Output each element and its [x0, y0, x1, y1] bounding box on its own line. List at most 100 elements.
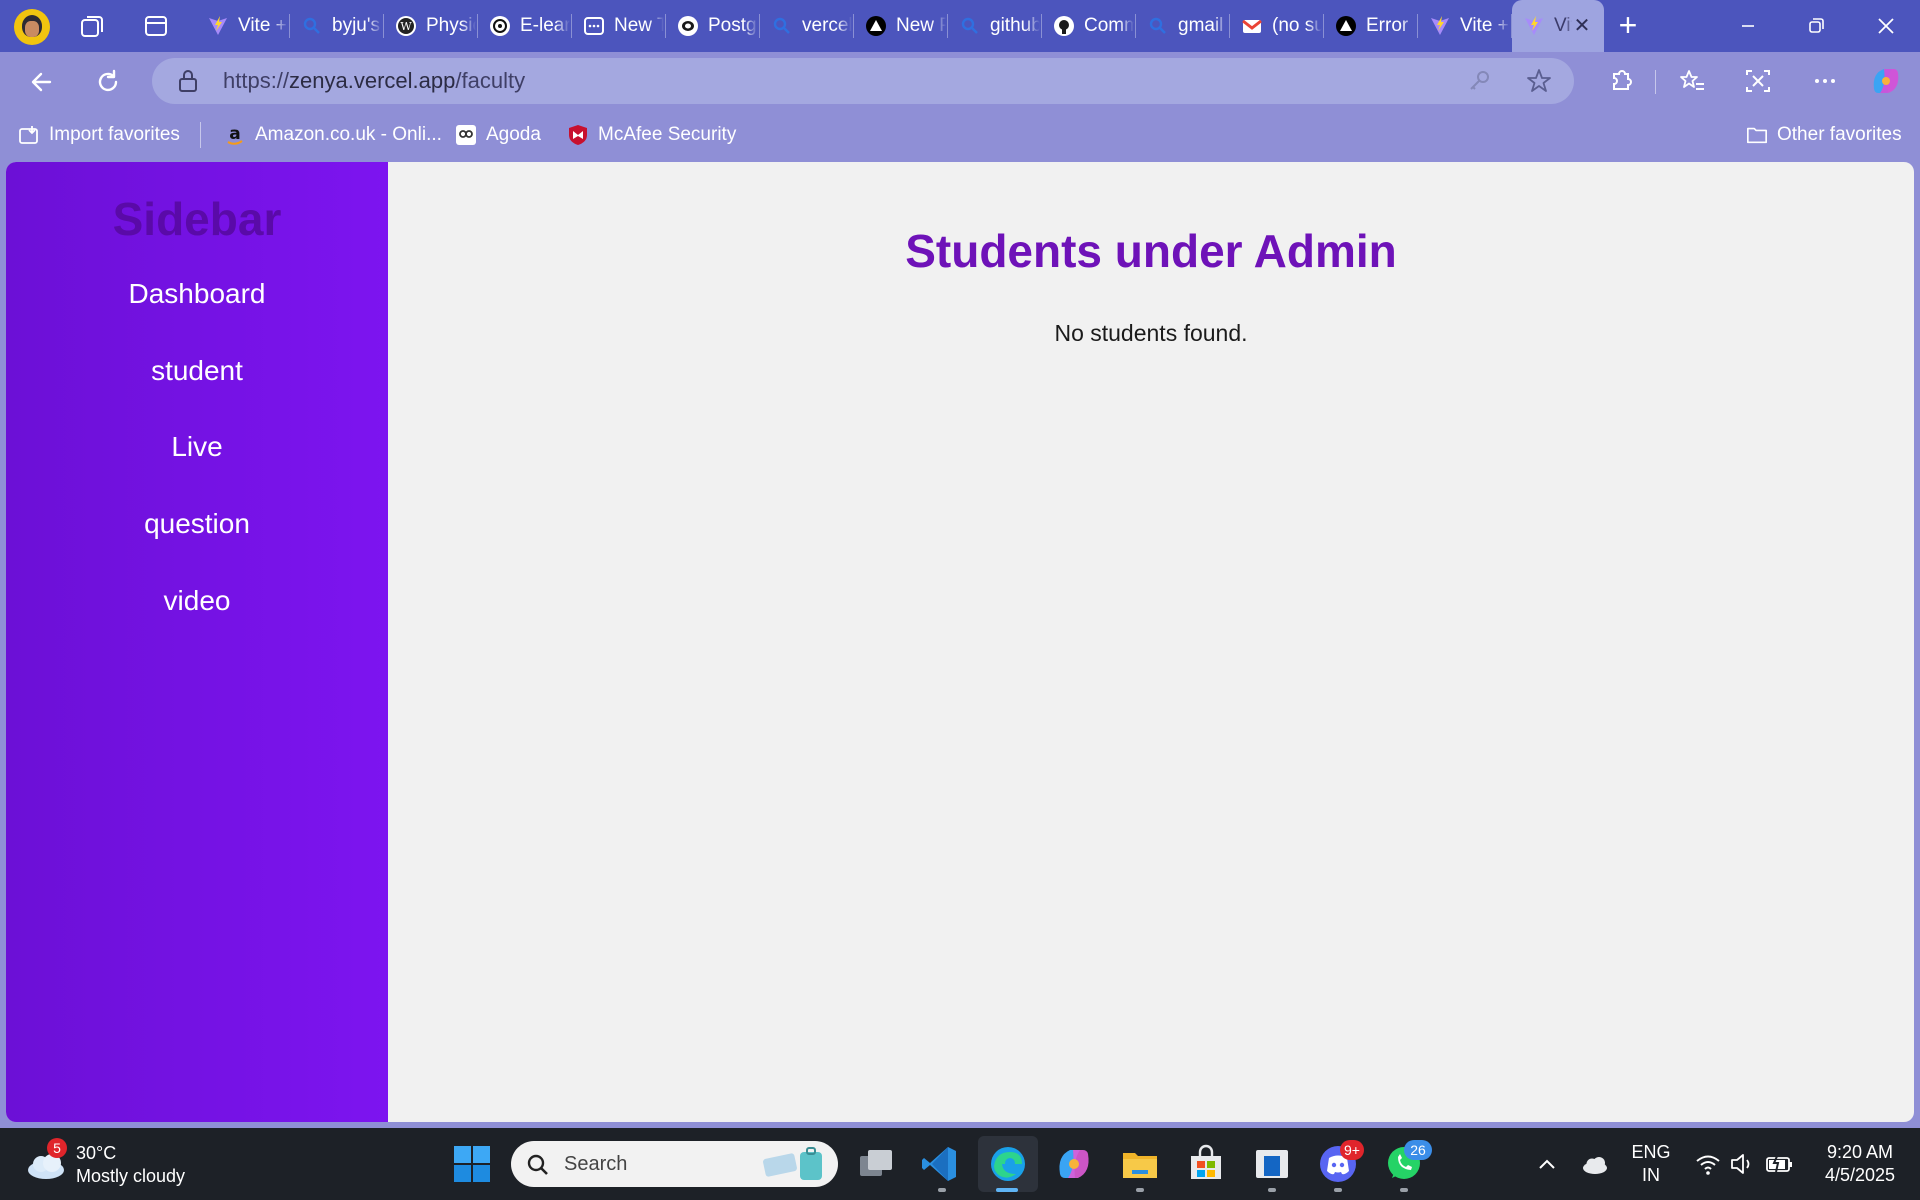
- sidebar-item-live[interactable]: Live: [6, 431, 388, 463]
- profile-avatar[interactable]: [14, 9, 50, 45]
- newtab-page-icon: [582, 14, 606, 38]
- wifi-icon[interactable]: [1694, 1150, 1722, 1178]
- close-window-icon[interactable]: [1871, 12, 1901, 40]
- tab-title: Vite + React: [238, 15, 288, 36]
- tab-newtab[interactable]: New Tab: [572, 0, 666, 52]
- url-text[interactable]: https://zenya.vercel.app/faculty: [223, 68, 525, 94]
- tab-title: Commits: [1084, 15, 1134, 36]
- page-title: Students under Admin: [905, 225, 1397, 277]
- favorite-agoda[interactable]: Agoda: [455, 122, 541, 148]
- clock-time: 9:20 AM: [1826, 1142, 1894, 1162]
- close-tab-icon[interactable]: ✕: [1572, 16, 1592, 36]
- sidebar: Sidebar Dashboard student Live question …: [6, 162, 388, 1122]
- lock-icon[interactable]: [177, 68, 199, 94]
- show-hidden-icons-chevron-up-icon[interactable]: [1534, 1152, 1560, 1178]
- vite-icon: [1428, 14, 1452, 38]
- refresh-icon[interactable]: [88, 62, 128, 102]
- travel-highlight-icon: [763, 1147, 822, 1180]
- clock[interactable]: 9:20 AM 4/5/2025: [1812, 1141, 1908, 1187]
- vertical-tabs-icon[interactable]: [142, 12, 170, 40]
- search-placeholder: Search: [564, 1153, 628, 1175]
- tab-byjus[interactable]: byju's: [290, 0, 384, 52]
- tab-list: Vite + React byju's W Physics E-learning…: [196, 0, 1604, 52]
- page-viewport: Sidebar Dashboard student Live question …: [6, 162, 1914, 1122]
- discord-running-indicator: [1334, 1188, 1342, 1192]
- extensions-icon[interactable]: [1605, 66, 1635, 96]
- tab-title: (no subject): [1272, 15, 1322, 36]
- weather-badge: 5: [47, 1138, 67, 1158]
- favorite-import[interactable]: Import favorites: [18, 122, 180, 148]
- onedrive-cloud-icon[interactable]: [1580, 1150, 1610, 1178]
- tab-github-search[interactable]: github: [948, 0, 1042, 52]
- vscode-icon[interactable]: [920, 1144, 960, 1184]
- tab-vite-active[interactable]: Vite + React ✕: [1512, 0, 1604, 52]
- agoda-icon: [455, 124, 477, 146]
- favorite-label: McAfee Security: [598, 124, 737, 145]
- copilot-app-icon[interactable]: [1054, 1144, 1094, 1184]
- back-icon[interactable]: [22, 62, 62, 102]
- screenshot-icon[interactable]: [1743, 66, 1773, 96]
- volume-icon[interactable]: [1728, 1150, 1756, 1178]
- vite-icon: [1522, 14, 1546, 38]
- sidebar-item-dashboard[interactable]: Dashboard: [6, 278, 388, 310]
- tab-github-commits[interactable]: Commits: [1042, 0, 1136, 52]
- tab-title: New Tab: [614, 15, 664, 36]
- workspaces-icon[interactable]: [78, 12, 106, 40]
- vercel-icon: [1334, 14, 1358, 38]
- github-icon: [1052, 14, 1076, 38]
- edge-active-indicator: [996, 1188, 1018, 1192]
- new-tab-button[interactable]: +: [1613, 9, 1643, 41]
- whatsapp-running-indicator: [1400, 1188, 1408, 1192]
- tab-postgres[interactable]: PostgreSQL: [666, 0, 760, 52]
- weather-widget[interactable]: 30°C Mostly cloudy: [76, 1142, 185, 1188]
- sidebar-item-question[interactable]: question: [6, 508, 388, 540]
- tab-vercel-new[interactable]: New Project: [854, 0, 948, 52]
- url-path: /faculty: [455, 68, 526, 93]
- tab-error[interactable]: Error: [1324, 0, 1418, 52]
- tab-title: vercel: [802, 15, 852, 36]
- amazon-icon: a: [224, 124, 246, 146]
- battery-charging-icon[interactable]: [1764, 1150, 1794, 1178]
- other-favorites[interactable]: Other favorites: [1746, 122, 1902, 148]
- restore-icon[interactable]: [1801, 12, 1831, 40]
- tab-title: github: [990, 15, 1040, 36]
- favorite-amazon[interactable]: a Amazon.co.uk - Onli...: [224, 122, 442, 148]
- url-prefix: https://: [223, 68, 290, 93]
- gmail-icon: [1240, 14, 1264, 38]
- tab-title: Vite + React: [1554, 15, 1572, 36]
- password-key-icon[interactable]: [1466, 68, 1492, 94]
- tab-elearning[interactable]: E-learning: [478, 0, 572, 52]
- favorite-mcafee[interactable]: McAfee Security: [567, 122, 736, 148]
- other-favorites-label: Other favorites: [1777, 124, 1902, 145]
- tab-physics[interactable]: W Physics: [384, 0, 478, 52]
- tab-title: gmail: [1178, 15, 1224, 36]
- tab-vite-1[interactable]: Vite + React: [196, 0, 290, 52]
- windows-start-icon[interactable]: [452, 1144, 492, 1184]
- empty-state-message: No students found.: [1054, 320, 1248, 346]
- weather-temp: 30°C: [76, 1143, 117, 1163]
- tab-gmail[interactable]: (no subject): [1230, 0, 1324, 52]
- sidebar-item-student[interactable]: student: [6, 355, 388, 387]
- task-view-icon[interactable]: [856, 1144, 896, 1184]
- copilot-icon[interactable]: [1868, 63, 1904, 99]
- favorite-star-icon[interactable]: [1525, 67, 1553, 95]
- sidebar-item-video[interactable]: video: [6, 585, 388, 617]
- search-favicon-icon: [1146, 14, 1170, 38]
- search-icon: [527, 1154, 548, 1175]
- folder-icon: [1746, 124, 1768, 146]
- tab-vite-2[interactable]: Vite + React: [1418, 0, 1512, 52]
- more-options-icon[interactable]: [1810, 66, 1840, 96]
- app-window-icon[interactable]: [1252, 1144, 1292, 1184]
- tab-title: PostgreSQL: [708, 15, 758, 36]
- edge-icon[interactable]: [988, 1144, 1028, 1184]
- language-indicator[interactable]: ENG IN: [1628, 1141, 1674, 1187]
- minimize-icon[interactable]: [1733, 12, 1763, 40]
- favorites-icon[interactable]: [1677, 66, 1707, 96]
- tab-title: byju's: [332, 15, 380, 36]
- tab-vercel-search[interactable]: vercel: [760, 0, 854, 52]
- toolbar-divider: [1655, 70, 1656, 94]
- postgres-icon: [676, 14, 700, 38]
- file-explorer-icon[interactable]: [1120, 1144, 1160, 1184]
- microsoft-store-icon[interactable]: [1186, 1144, 1226, 1184]
- tab-gmail-search[interactable]: gmail: [1136, 0, 1230, 52]
